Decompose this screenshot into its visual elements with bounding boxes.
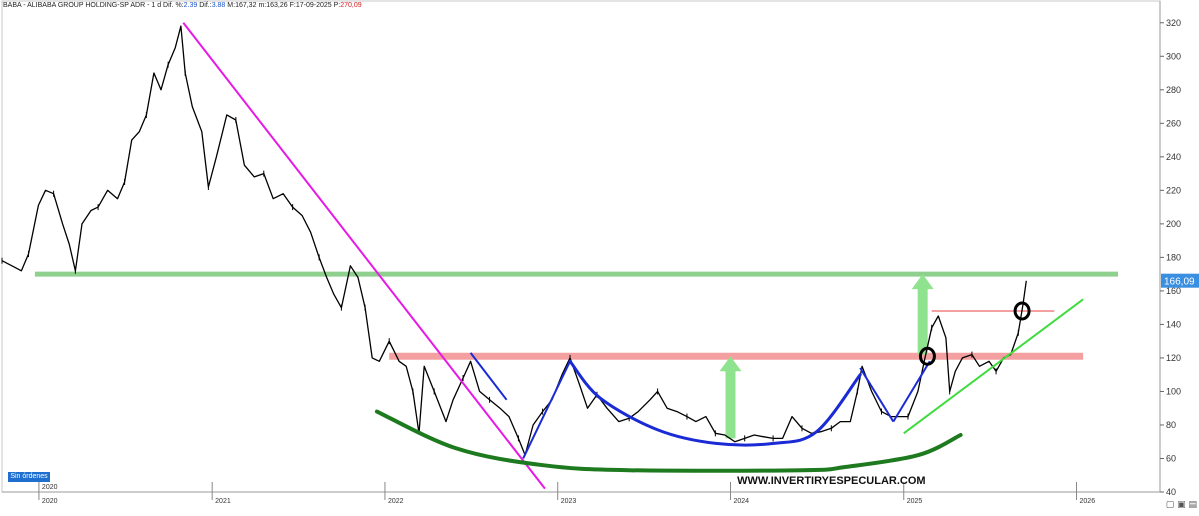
y-tick-label: 140 (1166, 319, 1181, 329)
pattern-segment (859, 367, 895, 423)
dif-value: 3.88 (211, 2, 226, 9)
uptrend-line (903, 298, 1084, 435)
pattern-segment (892, 360, 931, 423)
save-icon[interactable]: ▣ (1177, 500, 1186, 510)
arrow-shaft (917, 288, 928, 355)
x-tick-label: 2020 (42, 498, 58, 505)
x-tick-label: 2024 (733, 498, 749, 505)
watermark-text: WWW.INVERTIRYESPECULAR.COM (737, 475, 925, 487)
y-tick-label: 180 (1166, 252, 1181, 262)
y-tick-label: 60 (1166, 453, 1176, 463)
max-value: 167,32 (235, 2, 257, 9)
dif-label: Dif.: (199, 2, 212, 9)
y-tick-label: 200 (1166, 219, 1181, 229)
pattern-segment (469, 352, 508, 401)
y-tick-label: 40 (1166, 487, 1176, 497)
y-tick-label: 300 (1166, 51, 1181, 61)
pattern-segment (522, 360, 571, 459)
y-tick-label: 280 (1166, 85, 1181, 95)
layout-icon[interactable]: ▤ (1188, 500, 1197, 510)
min-value: 163,26 (266, 2, 288, 9)
chart-area[interactable]: 40 60 80 100 120 140 160 180 200 220 240 260 280 300 3… (0, 0, 1199, 511)
dif-pct-label: Dif. %: (163, 2, 184, 9)
arrow-shaft (725, 370, 736, 439)
p-value: 270,09 (340, 2, 362, 9)
y-tick-label: 100 (1166, 386, 1181, 396)
window-icons[interactable]: ▢ ▣ ▤ (1166, 500, 1197, 510)
x-tick-label: 2026 (1080, 498, 1096, 505)
x-tick-label: 2021 (215, 498, 231, 505)
y-tick-label: 320 (1166, 18, 1181, 28)
y-tick-label: 240 (1166, 152, 1181, 162)
x-tick-label: 2023 (561, 498, 577, 505)
dif-pct-value: 2.39 (183, 2, 198, 9)
price-series (1, 25, 1027, 456)
y-tick-label: 260 (1166, 118, 1181, 128)
x-tick-label: 2025 (907, 498, 923, 505)
price-chart: 4060801001201401601802002202402602803003… (1, 0, 1199, 505)
plot-frame (1, 0, 1161, 493)
max-label: M: (227, 2, 236, 9)
chart-header: BABA - ALIBABA GROUP HOLDING-SP ADR - 1 … (3, 2, 362, 9)
timeframe: 1 d (151, 2, 162, 9)
maximize-icon[interactable]: ▢ (1166, 500, 1175, 510)
y-tick-label: 120 (1166, 353, 1181, 363)
downtrend-line (182, 22, 546, 490)
y-tick-label: 80 (1166, 420, 1176, 430)
y-tick-label: 220 (1166, 185, 1181, 195)
date-value: 17-09-2025 (295, 2, 332, 9)
base-curve (374, 409, 963, 473)
symbol-name: BABA - ALIBABA GROUP HOLDING-SP ADR - (3, 2, 150, 9)
orders-badge[interactable]: Sin órdenes (8, 472, 50, 482)
x-tick-label: 2020 (42, 484, 58, 491)
last-price-label: 166,09 (1164, 277, 1195, 288)
x-tick-label: 2022 (388, 498, 404, 505)
